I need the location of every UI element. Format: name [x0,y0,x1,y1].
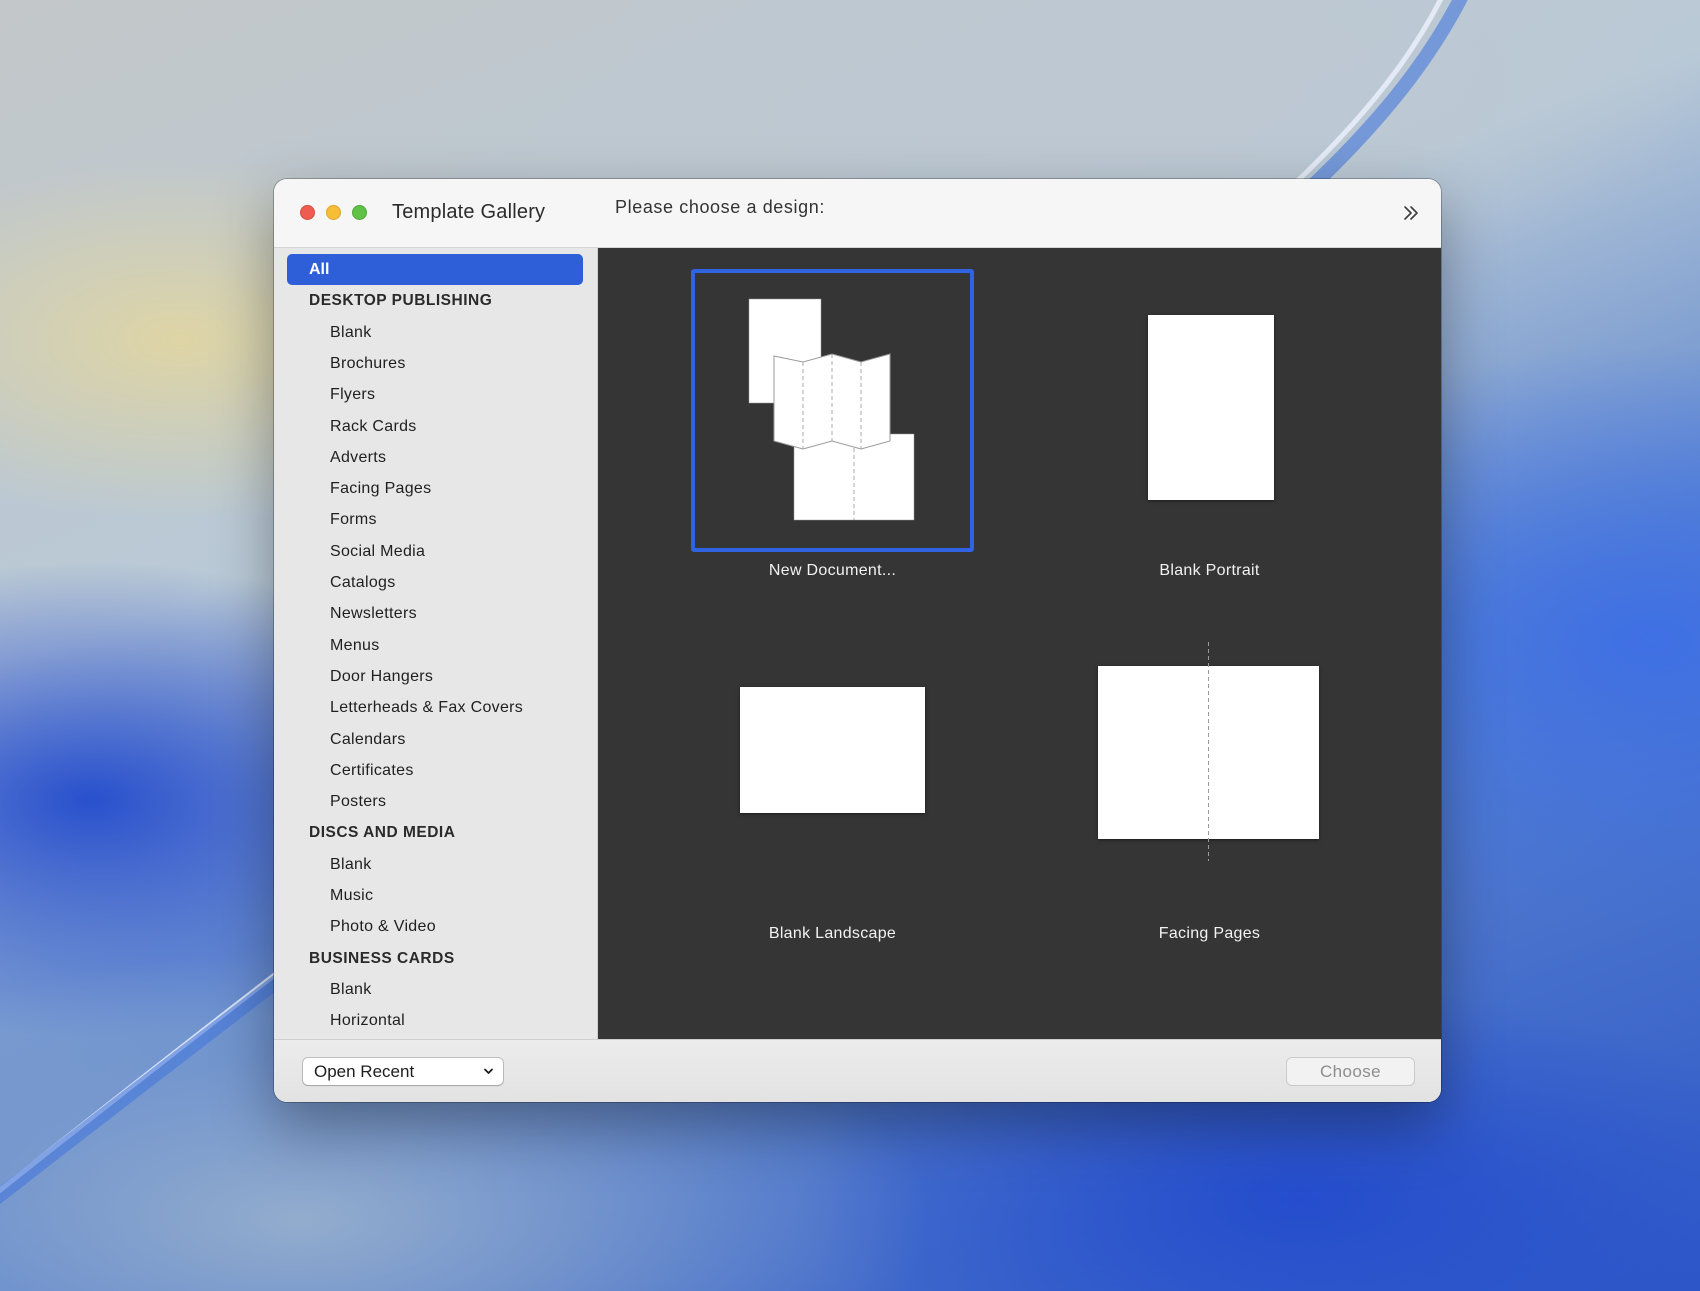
open-recent-label: Open Recent [314,1062,415,1081]
sidebar-item-blank[interactable]: Blank [274,317,597,348]
tile-blank-portrait-preview [1068,269,1351,552]
category-sidebar: All DESKTOP PUBLISHING Blank Brochures Flyer… [274,248,598,1039]
chevron-double-right-icon [1404,206,1418,220]
sidebar-item-music[interactable]: Music [274,880,597,911]
choose-design-prompt: Please choose a design: [615,197,825,217]
facing-pages-fold-line [1208,642,1209,861]
tile-new-document-label: New Document... [768,562,897,579]
tile-blank-landscape-preview [691,631,974,914]
sidebar-item-photo-video[interactable]: Photo & Video [274,911,597,942]
choose-button[interactable]: Choose [1287,1058,1414,1085]
sidebar-item-rack-cards[interactable]: Rack Cards [274,411,597,442]
maximize-window-button[interactable] [352,205,367,220]
tile-facing-pages-preview [1068,631,1351,914]
new-document-icon [748,298,915,521]
sidebar-section-desktop-publishing: DESKTOP PUBLISHING [309,292,493,310]
tile-facing-pages-label: Facing Pages [1158,925,1261,942]
sidebar-item-posters[interactable]: Posters [274,786,597,817]
sidebar-item-menus[interactable]: Menus [274,630,597,661]
title-bar: Template Gallery Please choose a design: [274,179,1441,248]
sidebar-item-flyers[interactable]: Flyers [274,379,597,410]
sidebar-section-business-cards: BUSINESS CARDS [309,949,455,967]
sidebar-item-letterheads-fax-covers[interactable]: Letterheads & Fax Covers [274,692,597,723]
sidebar-item-forms[interactable]: Forms [274,504,597,535]
expand-button[interactable] [1395,197,1427,229]
sidebar-item-brochures[interactable]: Brochures [274,348,597,379]
close-window-button[interactable] [300,205,315,220]
sidebar-item-social-media[interactable]: Social Media [274,536,597,567]
sidebar-item-adverts[interactable]: Adverts [274,442,597,473]
sidebar-item-calendars[interactable]: Calendars [274,724,597,755]
sidebar-item-door-hangers[interactable]: Door Hangers [274,661,597,692]
sidebar-item-blank[interactable]: Blank [274,849,597,880]
landscape-page-icon [740,687,925,813]
portrait-page-icon [1148,315,1274,500]
sidebar-item-certificates[interactable]: Certificates [274,755,597,786]
tile-new-document-preview [691,269,974,552]
sidebar-section-discs-and-media: DISCS AND MEDIA [309,824,456,842]
sidebar-item-blank[interactable]: Blank [274,974,597,1005]
tile-blank-landscape-label: Blank Landscape [768,925,897,942]
sidebar-item-newsletters[interactable]: Newsletters [274,598,597,629]
sidebar-item-horizontal[interactable]: Horizontal [274,1005,597,1036]
template-gallery: New Document... Blank Portrait Blank Lan… [598,248,1441,1039]
tile-blank-portrait-label: Blank Portrait [1159,562,1260,579]
window-title: Template Gallery [392,201,546,223]
sidebar-item-facing-pages[interactable]: Facing Pages [274,473,597,504]
chevron-down-icon [484,1068,493,1074]
sidebar-item-all[interactable]: All [287,254,583,285]
sidebar-item-catalogs[interactable]: Catalogs [274,567,597,598]
footer-bar: Open Recent Choose [274,1039,1441,1102]
open-recent-dropdown[interactable]: Open Recent [303,1058,503,1085]
minimize-window-button[interactable] [326,205,341,220]
template-gallery-window: Template Gallery Please choose a design:… [274,179,1441,1102]
